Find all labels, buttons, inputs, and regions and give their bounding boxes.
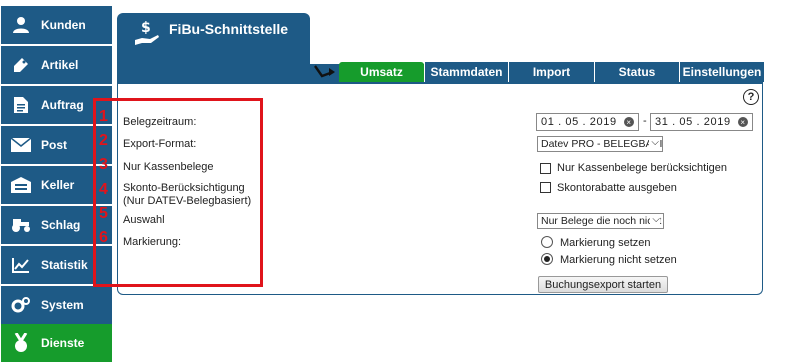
sidebar-item-dienste[interactable]: Dienste — [1, 324, 112, 362]
export-format-select[interactable]: Datev PRO - BELEGBASIERT ⌵ — [537, 136, 663, 152]
chevron-down-icon: ⌵ — [650, 214, 660, 225]
skonto-option-label: Skontorabatte ausgeben — [557, 182, 677, 194]
app-header: $ FiBu-Schnittstelle — [117, 13, 310, 65]
date-from-value: 01 . 05 . 2019 — [541, 116, 617, 128]
svg-text:$: $ — [141, 20, 151, 36]
envelope-icon — [1, 138, 41, 152]
sidebar-item-kunden[interactable]: Kunden — [1, 6, 112, 44]
date-to-input[interactable]: 31 . 05 . 2019 × — [650, 113, 753, 131]
clear-icon[interactable]: × — [738, 117, 748, 127]
tab-stammdaten[interactable]: Stammdaten — [424, 62, 508, 82]
chart-icon — [1, 257, 41, 273]
date-separator: - — [643, 115, 647, 127]
annotation-number: 5 — [99, 205, 108, 222]
skonto-label: Skonto-Berücksichtigung — [123, 182, 245, 194]
kassenbelege-checkbox[interactable] — [540, 163, 551, 174]
date-to-value: 31 . 05 . 2019 — [655, 116, 731, 128]
tab-list: Umsatz Stammdaten Import Status Einstell… — [339, 62, 764, 82]
sidebar-item-label: Artikel — [41, 58, 79, 72]
sidebar-item-label: Dienste — [41, 336, 85, 350]
skonto-sublabel: (Nur DATEV-Belegbasiert) — [123, 195, 252, 207]
document-icon — [1, 96, 41, 114]
annotation-number: 6 — [99, 229, 108, 246]
skonto-checkbox[interactable] — [540, 182, 551, 193]
markierung-nicht-setzen-label: Markierung nicht setzen — [560, 254, 677, 266]
sidebar-item-artikel[interactable]: Artikel — [1, 46, 112, 84]
annotation-number: 4 — [99, 181, 108, 198]
medal-icon — [1, 333, 41, 353]
annotation-number: 2 — [99, 132, 108, 149]
buchungsexport-starten-button[interactable]: Buchungsexport starten — [538, 276, 668, 293]
auswahl-value: Nur Belege die noch nicht exportiert — [541, 215, 663, 227]
markierung-nicht-setzen-radio[interactable] — [541, 253, 553, 265]
clear-icon[interactable]: × — [624, 117, 634, 127]
auswahl-select[interactable]: Nur Belege die noch nicht exportiert ⌵ — [537, 213, 664, 229]
chevron-down-icon: ⌵ — [649, 137, 659, 148]
tab-status[interactable]: Status — [594, 62, 679, 82]
belegzeitraum-label: Belegzeitraum: — [123, 116, 197, 128]
sidebar-item-label: Kunden — [41, 18, 86, 32]
help-icon[interactable]: ? — [743, 89, 759, 105]
annotation-number: 3 — [99, 156, 108, 173]
date-from-input[interactable]: 01 . 05 . 2019 × — [536, 113, 639, 131]
money-hand-icon: $ — [134, 18, 160, 51]
export-format-label: Export-Format: — [123, 138, 197, 150]
tractor-icon — [1, 217, 41, 233]
sidebar-item-system[interactable]: System — [1, 286, 112, 324]
user-icon — [1, 16, 41, 34]
kassenbelege-option-label: Nur Kassenbelege berücksichtigen — [557, 162, 727, 174]
export-format-value: Datev PRO - BELEGBASIERT — [541, 138, 663, 150]
auswahl-label: Auswahl — [123, 214, 165, 226]
page-title: FiBu-Schnittstelle — [169, 21, 289, 37]
tab-umsatz[interactable]: Umsatz — [339, 62, 424, 82]
kassenbelege-label: Nur Kassenbelege — [123, 161, 214, 173]
markierung-setzen-label: Markierung setzen — [560, 237, 651, 249]
markierung-label: Markierung: — [123, 236, 182, 248]
arrow-right-icon — [313, 63, 337, 82]
tab-einstellungen[interactable]: Einstellungen — [679, 62, 764, 82]
gears-icon — [1, 296, 41, 314]
tab-import[interactable]: Import — [508, 62, 594, 82]
warehouse-icon — [1, 177, 41, 193]
sidebar-item-label: System — [41, 298, 84, 312]
tag-icon — [1, 56, 41, 74]
markierung-setzen-radio[interactable] — [541, 236, 553, 248]
annotation-number: 1 — [99, 108, 108, 125]
